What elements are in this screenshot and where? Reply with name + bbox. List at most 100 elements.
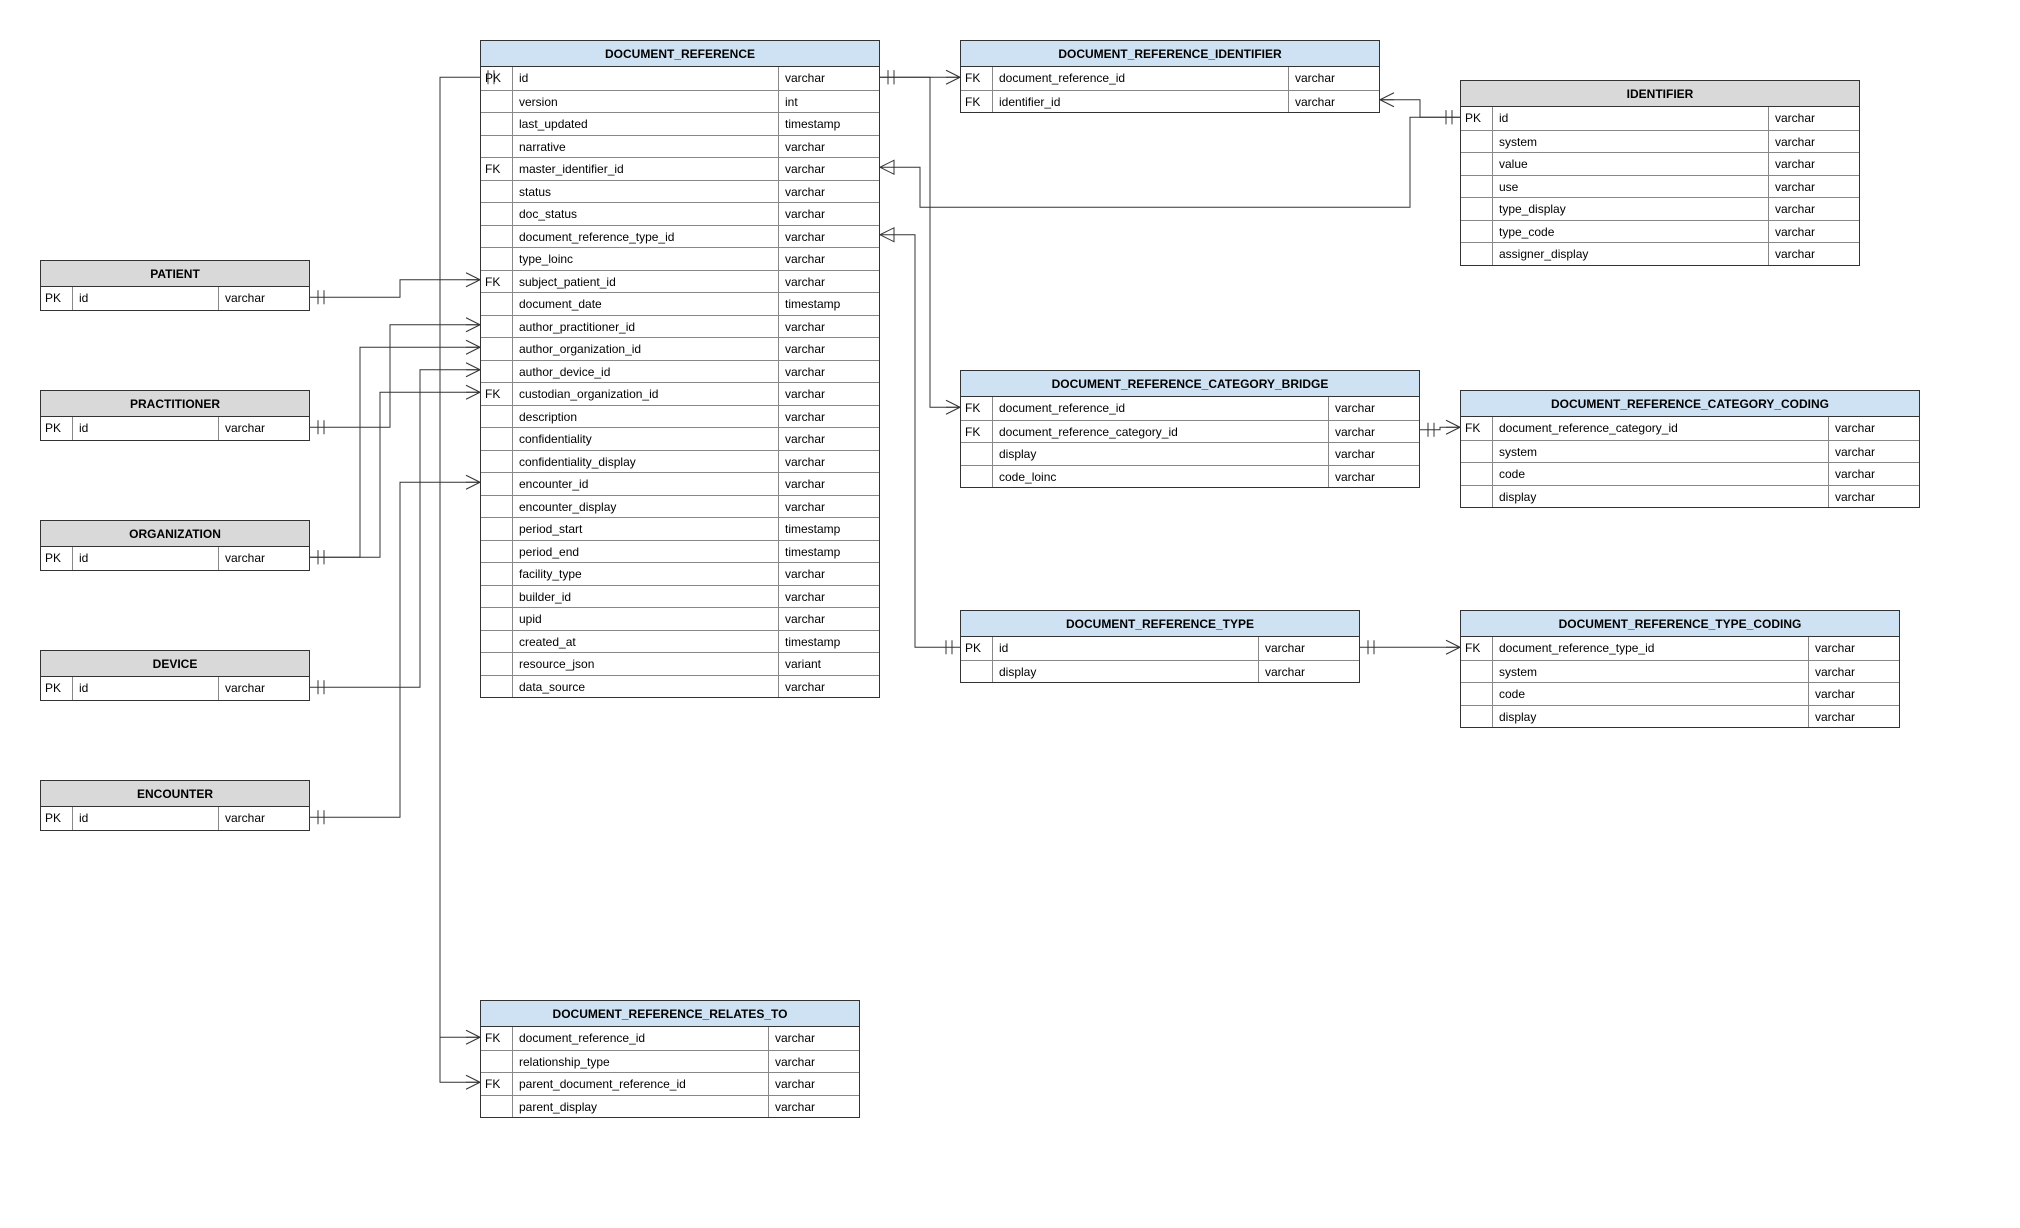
table-identifier: IDENTIFIERPKidvarcharsystemvarcharvaluev… (1460, 80, 1860, 266)
table-row: author_organization_idvarchar (481, 337, 879, 360)
col-key: FK (961, 67, 993, 90)
table-row: FKidentifier_idvarchar (961, 90, 1379, 113)
col-key (481, 338, 513, 360)
col-key (961, 661, 993, 683)
col-type: varchar (1329, 397, 1419, 420)
table-row: FKcustodian_organization_idvarchar (481, 382, 879, 405)
table-row: period_endtimestamp (481, 540, 879, 563)
col-type: varchar (779, 586, 879, 608)
col-key: PK (1461, 107, 1493, 130)
table-row: PKidvarchar (41, 417, 309, 440)
col-type: varchar (779, 361, 879, 383)
col-type: varchar (779, 406, 879, 428)
table-row: displayvarchar (1461, 705, 1899, 728)
table-device: DEVICEPKidvarchar (40, 650, 310, 701)
table-row: PKidvarchar (41, 807, 309, 830)
col-type: varchar (1829, 486, 1919, 508)
table-doc_ref_relates_to: DOCUMENT_REFERENCE_RELATES_TOFKdocument_… (480, 1000, 860, 1118)
col-type: varchar (1329, 443, 1419, 465)
col-key (481, 541, 513, 563)
col-type: varchar (1329, 466, 1419, 488)
table-row: FKsubject_patient_idvarchar (481, 270, 879, 293)
table-row: statusvarchar (481, 180, 879, 203)
table-row: valuevarchar (1461, 152, 1859, 175)
table-row: author_device_idvarchar (481, 360, 879, 383)
col-name: upid (513, 608, 779, 630)
col-type: varchar (1769, 107, 1859, 130)
col-name: identifier_id (993, 91, 1289, 113)
table-header: DOCUMENT_REFERENCE (481, 41, 879, 67)
table-body: PKidvarchar (41, 417, 309, 440)
table-row: codevarchar (1461, 682, 1899, 705)
table-doc_ref_type_coding: DOCUMENT_REFERENCE_TYPE_CODINGFKdocument… (1460, 610, 1900, 728)
table-header: ORGANIZATION (41, 521, 309, 547)
table-body: FKdocument_reference_category_idvarchars… (1461, 417, 1919, 507)
table-doc_ref_type: DOCUMENT_REFERENCE_TYPEPKidvarchardispla… (960, 610, 1360, 683)
table-body: PKidvarcharversionintlast_updatedtimesta… (481, 67, 879, 697)
col-key (481, 518, 513, 540)
col-name: id (513, 67, 779, 90)
col-name: document_reference_category_id (993, 421, 1329, 443)
col-key (481, 676, 513, 698)
col-name: narrative (513, 136, 779, 158)
col-name: id (993, 637, 1259, 660)
col-type: varchar (1809, 706, 1899, 728)
col-key (481, 631, 513, 653)
col-name: id (73, 417, 219, 440)
col-name: period_start (513, 518, 779, 540)
table-header: DOCUMENT_REFERENCE_IDENTIFIER (961, 41, 1379, 67)
col-name: value (1493, 153, 1769, 175)
table-row: data_sourcevarchar (481, 675, 879, 698)
col-name: id (1493, 107, 1769, 130)
table-body: FKdocument_reference_idvarcharFKidentifi… (961, 67, 1379, 112)
table-body: PKidvarchar (41, 287, 309, 310)
col-name: document_reference_id (993, 67, 1289, 90)
col-key (481, 248, 513, 270)
col-key (481, 451, 513, 473)
col-key (1461, 176, 1493, 198)
col-name: period_end (513, 541, 779, 563)
col-key: PK (481, 67, 513, 90)
col-name: id (73, 547, 219, 570)
col-key: FK (1461, 637, 1493, 660)
table-row: author_practitioner_idvarchar (481, 315, 879, 338)
col-name: master_identifier_id (513, 158, 779, 180)
col-type: varchar (779, 67, 879, 90)
col-key: PK (41, 807, 73, 830)
table-doc_ref_cat_bridge: DOCUMENT_REFERENCE_CATEGORY_BRIDGEFKdocu… (960, 370, 1420, 488)
table-body: FKdocument_reference_type_idvarcharsyste… (1461, 637, 1899, 727)
col-key (1461, 683, 1493, 705)
table-row: PKidvarchar (1461, 107, 1859, 130)
table-row: usevarchar (1461, 175, 1859, 198)
col-type: varchar (1829, 441, 1919, 463)
col-type: varchar (1809, 637, 1899, 660)
col-name: custodian_organization_id (513, 383, 779, 405)
col-key (481, 428, 513, 450)
col-name: display (1493, 486, 1829, 508)
table-row: assigner_displayvarchar (1461, 242, 1859, 265)
col-key: FK (481, 158, 513, 180)
table-row: FKmaster_identifier_idvarchar (481, 157, 879, 180)
col-type: varchar (779, 338, 879, 360)
col-name: encounter_id (513, 473, 779, 495)
col-key (481, 181, 513, 203)
col-name: system (1493, 661, 1809, 683)
table-body: FKdocument_reference_idvarcharFKdocument… (961, 397, 1419, 487)
table-row: FKdocument_reference_category_idvarchar (961, 420, 1419, 443)
table-row: narrativevarchar (481, 135, 879, 158)
table-row: FKdocument_reference_idvarchar (481, 1027, 859, 1050)
col-type: int (779, 91, 879, 113)
table-encounter: ENCOUNTERPKidvarchar (40, 780, 310, 831)
col-type: varchar (1769, 198, 1859, 220)
col-name: display (1493, 706, 1809, 728)
col-key (1461, 153, 1493, 175)
table-row: code_loincvarchar (961, 465, 1419, 488)
col-key (481, 586, 513, 608)
col-name: type_display (1493, 198, 1769, 220)
col-name: id (73, 287, 219, 310)
col-type: varchar (779, 316, 879, 338)
col-key (481, 361, 513, 383)
table-body: PKidvarchar (41, 547, 309, 570)
col-type: varchar (219, 547, 309, 570)
col-name: author_organization_id (513, 338, 779, 360)
